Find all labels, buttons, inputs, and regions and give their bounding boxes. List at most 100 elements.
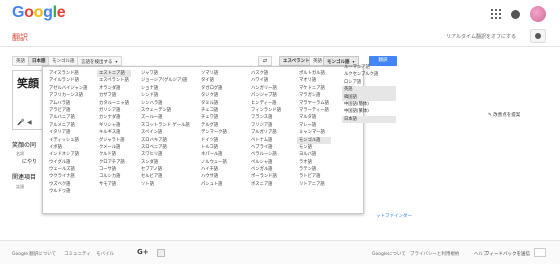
language-option[interactable]: アフリカーンス語 — [47, 92, 89, 99]
suggest-edit-link[interactable]: 改善点を提案 — [488, 112, 520, 118]
language-option[interactable]: クロアチア語 — [97, 159, 131, 166]
swap-languages-button[interactable]: ⇄ — [258, 56, 272, 66]
language-option[interactable]: タイ語 — [199, 77, 229, 84]
phrasefinder-link[interactable]: ットファインダー — [376, 213, 412, 219]
language-option[interactable]: マラガシ語 — [297, 92, 331, 99]
target-language-option[interactable]: 日本語 — [342, 115, 396, 124]
language-option[interactable]: ミャンマー語 — [297, 129, 331, 136]
language-option[interactable]: ウルドゥ語 — [47, 188, 89, 195]
share-icon[interactable] — [157, 249, 165, 257]
target-language-option[interactable]: ルーマニア語 — [342, 64, 396, 71]
language-option[interactable]: ハウサ語 — [199, 173, 229, 180]
footer-about-google[interactable]: Googleについて — [372, 251, 406, 257]
language-option[interactable]: ベラルーシ語 — [249, 151, 283, 158]
language-option[interactable]: マラーティー語 — [297, 107, 331, 114]
feedback-icon[interactable] — [534, 248, 546, 257]
target-language-option[interactable]: 中国語(繁体) — [342, 108, 396, 115]
language-option[interactable]: タミル語 — [199, 100, 229, 107]
language-option[interactable]: アイスランド語 — [47, 70, 89, 77]
language-option[interactable]: インドネシア語 — [47, 151, 89, 158]
language-option[interactable]: ハワイ語 — [249, 77, 283, 84]
language-option[interactable]: セルビア語 — [139, 173, 192, 180]
apps-grid-icon[interactable] — [491, 9, 501, 19]
target-language-option[interactable]: 韓国語 — [342, 93, 396, 101]
language-option[interactable]: ラテン語 — [297, 166, 331, 173]
language-option[interactable]: モンゴル語 — [297, 136, 331, 144]
language-option[interactable]: ベトナム語 — [249, 137, 283, 144]
language-option[interactable]: アゼルバイジャン語 — [47, 85, 89, 92]
language-option[interactable]: アルバニア語 — [47, 114, 89, 121]
language-option[interactable]: ショナ語 — [139, 85, 192, 92]
language-option[interactable]: スワヒリ語 — [139, 151, 192, 158]
language-option[interactable]: コーサ語 — [97, 166, 131, 173]
language-option[interactable]: イボ語 — [47, 144, 89, 151]
language-option[interactable]: ペルシャ語 — [249, 159, 283, 166]
language-option[interactable]: チェコ語 — [199, 107, 229, 114]
language-option[interactable]: ハンガリー語 — [249, 85, 283, 92]
language-option[interactable]: カザフ語 — [97, 92, 131, 99]
language-option[interactable]: ハイチ語 — [199, 166, 229, 173]
language-option[interactable]: ネパール語 — [199, 151, 229, 158]
settings-gear-icon[interactable] — [530, 29, 546, 43]
language-option[interactable]: バスク語 — [249, 70, 283, 77]
realtime-toggle-link[interactable]: リアルタイム翻訳をオフにする — [446, 33, 516, 40]
language-option[interactable]: ヒンディー語 — [249, 100, 283, 107]
language-option[interactable]: チェワ語 — [199, 114, 229, 121]
detect-language-dropdown[interactable]: 言語を検出する — [77, 56, 122, 66]
language-option[interactable]: フランス語 — [249, 114, 283, 121]
language-option[interactable]: デンマーク語 — [199, 129, 229, 136]
language-option[interactable]: ヘブライ語 — [249, 144, 283, 151]
language-option[interactable]: スコットランド ゲール語 — [139, 122, 192, 129]
language-option[interactable]: スンダ語 — [139, 159, 192, 166]
language-option[interactable]: クメール語 — [97, 144, 131, 151]
language-option[interactable]: ウェールズ語 — [47, 166, 89, 173]
language-option[interactable]: アルメニア語 — [47, 122, 89, 129]
target-language-option[interactable]: ルクセンブルク語 — [342, 71, 396, 78]
language-option[interactable]: スロベニア語 — [139, 144, 192, 151]
language-option[interactable]: ポーランド語 — [249, 173, 283, 180]
footer-mobile[interactable]: モバイル — [96, 251, 114, 257]
language-option[interactable]: ジャワ語 — [139, 70, 192, 77]
language-option[interactable]: ポルトガル語 — [297, 70, 331, 77]
language-option[interactable]: セブアノ語 — [139, 166, 192, 173]
language-option[interactable]: タジク語 — [199, 92, 229, 99]
language-option[interactable]: エスペラント語 — [97, 77, 131, 84]
language-option[interactable]: ガリシア語 — [97, 107, 131, 114]
language-option[interactable]: クルド語 — [97, 151, 131, 158]
language-option[interactable]: ドイツ語 — [199, 137, 229, 144]
language-option[interactable]: スウェーデン語 — [139, 107, 192, 114]
language-option[interactable]: ブルガリア語 — [249, 129, 283, 136]
language-option[interactable]: リトアニア語 — [297, 181, 331, 188]
language-option[interactable]: イタリア語 — [47, 129, 89, 136]
language-option[interactable]: モン語 — [297, 144, 331, 151]
target-language-option[interactable]: ロシア語 — [342, 79, 396, 86]
microphone-icon[interactable]: 🎤 — [17, 119, 24, 126]
language-option[interactable]: エストニア語 — [97, 70, 132, 78]
language-option[interactable]: フリジア語 — [249, 122, 283, 129]
gplus-icon[interactable]: G+ — [137, 248, 149, 256]
language-option[interactable]: マオリ語 — [297, 77, 331, 84]
language-option[interactable]: ウズベク語 — [47, 181, 89, 188]
language-option[interactable]: オランダ語 — [97, 85, 131, 92]
language-option[interactable]: パシュト語 — [199, 181, 229, 188]
language-option[interactable]: ソト語 — [139, 181, 192, 188]
language-option[interactable]: コルシカ語 — [97, 173, 131, 180]
language-option[interactable]: アラビア語 — [47, 107, 89, 114]
language-option[interactable]: トルコ語 — [199, 144, 229, 151]
language-option[interactable]: サモア語 — [97, 181, 131, 188]
language-option[interactable]: イディッシュ語 — [47, 137, 89, 144]
source-lang-english[interactable]: 英語 — [12, 56, 29, 66]
language-option[interactable]: テルグ語 — [199, 122, 229, 129]
source-lang-japanese[interactable]: 日本語 — [28, 56, 50, 66]
language-option[interactable]: アイルランド語 — [47, 77, 89, 84]
avatar[interactable] — [530, 6, 546, 22]
language-option[interactable]: スペイン語 — [139, 129, 192, 136]
language-option[interactable]: アムハラ語 — [47, 100, 89, 107]
language-option[interactable]: カタルーニャ語 — [97, 100, 131, 107]
language-option[interactable]: シンド語 — [139, 92, 192, 99]
target-language-option[interactable]: 中国語(簡体) — [342, 101, 396, 108]
source-lang-mongolian[interactable]: モンゴル語 — [48, 56, 79, 66]
language-option[interactable]: グジャラト語 — [97, 137, 131, 144]
language-option[interactable]: ジョージア(グルジア)語 — [139, 77, 192, 84]
language-option[interactable]: タガログ語 — [199, 85, 229, 92]
